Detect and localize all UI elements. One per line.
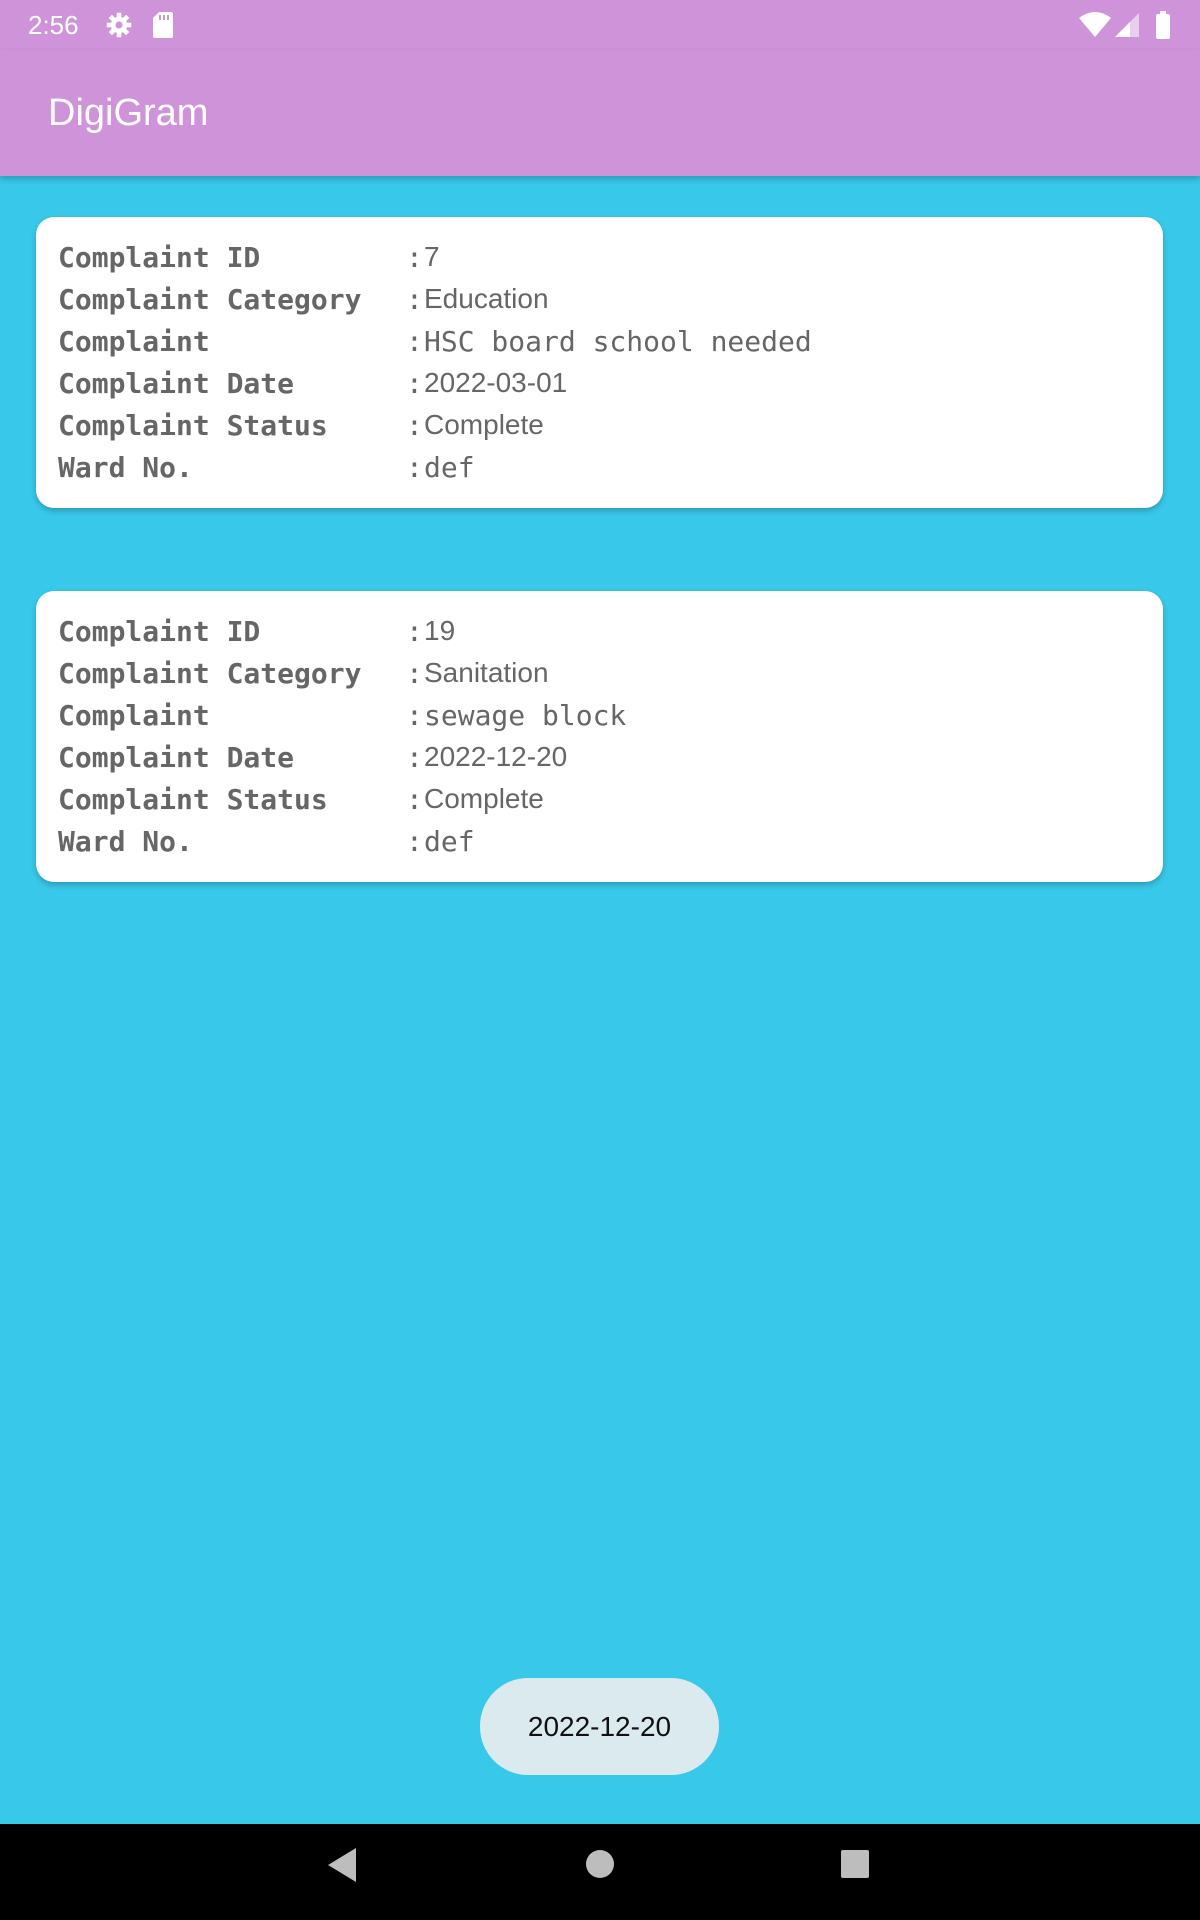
sd-card-icon: [152, 11, 174, 44]
complaint-status-value: Complete: [424, 783, 544, 814]
wifi-icon: [1078, 12, 1112, 43]
app-bar: DigiGram: [0, 50, 1200, 176]
battery-icon: [1155, 11, 1171, 44]
complaint-date-label: Complaint Date: [58, 367, 295, 400]
complaint-value: sewage block: [424, 699, 627, 732]
ward-label: Ward No.: [58, 451, 193, 484]
separator: :: [406, 409, 423, 442]
ward-label: Ward No.: [58, 825, 193, 858]
complaint-date-value: 2022-03-01: [424, 367, 568, 398]
separator: :: [406, 241, 423, 274]
separator: :: [406, 615, 423, 648]
separator: :: [406, 657, 423, 690]
complaint-card[interactable]: Complaint ID : 19 Complaint Category : S…: [36, 591, 1163, 882]
complaint-card[interactable]: Complaint ID : 7 Complaint Category : Ed…: [36, 217, 1163, 508]
status-time: 2:56: [28, 10, 79, 40]
separator: :: [406, 741, 423, 774]
separator: :: [406, 451, 423, 484]
gear-icon: [105, 11, 133, 44]
complaint-id-label: Complaint ID: [58, 241, 261, 274]
complaint-status-label: Complaint Status: [58, 409, 328, 442]
complaint-category-label: Complaint Category: [58, 283, 362, 316]
toast-message: 2022-12-20: [480, 1678, 719, 1775]
complaint-label: Complaint: [58, 325, 210, 358]
separator: :: [406, 699, 423, 732]
status-bar: 2:56: [0, 0, 1200, 50]
complaint-category-label: Complaint Category: [58, 657, 362, 690]
separator: :: [406, 783, 423, 816]
separator: :: [406, 825, 423, 858]
navigation-bar: [0, 1824, 1200, 1920]
complaint-status-value: Complete: [424, 409, 544, 440]
complaint-status-label: Complaint Status: [58, 783, 328, 816]
separator: :: [406, 325, 423, 358]
complaint-id-label: Complaint ID: [58, 615, 261, 648]
complaint-id-value: 7: [424, 241, 440, 272]
home-icon[interactable]: [585, 1849, 615, 1884]
back-icon[interactable]: [326, 1846, 358, 1889]
complaint-category-value: Sanitation: [424, 657, 549, 688]
separator: :: [406, 283, 423, 316]
complaint-date-value: 2022-12-20: [424, 741, 568, 772]
complaint-category-value: Education: [424, 283, 549, 314]
app-title: DigiGram: [48, 92, 209, 134]
complaint-value: HSC board school needed: [424, 325, 812, 358]
ward-value: def: [424, 825, 475, 858]
complaint-id-value: 19: [424, 615, 456, 646]
complaint-label: Complaint: [58, 699, 210, 732]
complaint-date-label: Complaint Date: [58, 741, 295, 774]
recents-icon[interactable]: [840, 1849, 870, 1884]
separator: :: [406, 367, 423, 400]
ward-value: def: [424, 451, 475, 484]
signal-icon: [1114, 12, 1140, 43]
